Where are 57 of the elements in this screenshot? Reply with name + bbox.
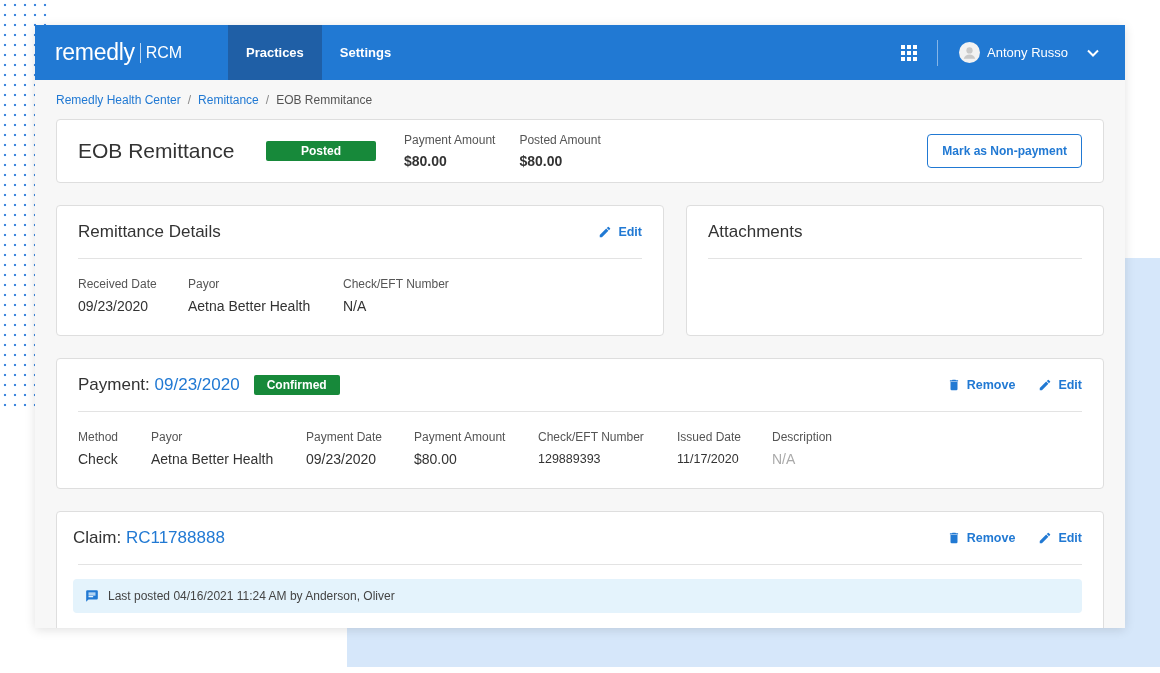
field-label: Issued Date [677, 430, 743, 444]
field-label: Check/EFT Number [343, 277, 450, 291]
field-label: Payor [151, 430, 184, 444]
status-badge: Confirmed [253, 375, 340, 395]
claim-id-link[interactable]: RC11788888 [125, 528, 225, 547]
pencil-icon [1038, 378, 1053, 392]
payment-date-link[interactable]: 09/23/2020 [154, 375, 240, 394]
field-value: 11/17/2020 [677, 451, 740, 468]
comment-icon [85, 589, 99, 603]
mark-non-payment-button[interactable]: Mark as Non-payment [927, 134, 1082, 168]
logo-product: RCM [139, 42, 183, 63]
field-value: N/A [772, 451, 797, 468]
breadcrumb-link[interactable]: Remedly Health Center [56, 93, 181, 107]
edit-button[interactable]: Edit [1038, 531, 1082, 545]
breadcrumb-link[interactable]: Remittance [198, 93, 259, 107]
user-menu[interactable]: Antony Russo [959, 42, 1099, 63]
field-label: Received Date [78, 277, 158, 291]
breadcrumb-separator: / [265, 93, 270, 107]
field-label: Description [772, 430, 834, 444]
field-value: 09/23/2020 [306, 451, 378, 468]
field-value: Check [78, 451, 119, 468]
page-title: EOB Remittance [78, 139, 236, 163]
breadcrumb-current: EOB Remmitance [276, 93, 373, 107]
remove-button[interactable]: Remove [946, 378, 1016, 392]
field-value: Aetna Better Health [188, 298, 312, 315]
card-title: Remittance Details [78, 222, 221, 242]
remove-button[interactable]: Remove [946, 531, 1016, 545]
card-title: Payment: 09/23/2020 [78, 375, 240, 395]
pencil-icon [1038, 531, 1053, 545]
nav-tab[interactable]: Settings [321, 25, 410, 80]
pencil-icon [598, 225, 613, 239]
breadcrumb-separator: / [187, 93, 192, 107]
avatar-icon [959, 42, 981, 63]
field-label: Payment Amount [414, 430, 507, 444]
field-value: $80.00 [414, 451, 458, 468]
field-value: Aetna Better Health [151, 451, 275, 468]
app-grid-icon[interactable] [901, 44, 918, 61]
field-value: N/A [343, 298, 368, 315]
chevron-down-icon [1087, 48, 1099, 57]
card-title: Claim: RC11788888 [73, 528, 225, 548]
nav-tab[interactable]: Practices [228, 25, 322, 80]
edit-button[interactable]: Edit [598, 225, 642, 239]
field-label: Payor [188, 277, 221, 291]
edit-button[interactable]: Edit [1038, 378, 1082, 392]
logo-wordmark: remedly [55, 39, 135, 66]
field-label: Method [78, 430, 120, 444]
amount-label: Posted Amount [519, 133, 601, 147]
field-label: Check/EFT Number [538, 430, 645, 444]
field-value: 09/23/2020 [78, 298, 150, 315]
card-title: Attachments [708, 222, 803, 242]
field-label: Payment Date [306, 430, 384, 444]
field-value: 129889393 [538, 451, 602, 468]
note-text: Last posted 04/16/2021 11:24 AM by Anderson, Oliver [108, 589, 395, 603]
status-badge: Posted [266, 141, 376, 161]
amount-value: $80.00 [404, 153, 448, 169]
amount-value: $80.00 [519, 153, 564, 169]
amount-label: Payment Amount [404, 133, 496, 147]
